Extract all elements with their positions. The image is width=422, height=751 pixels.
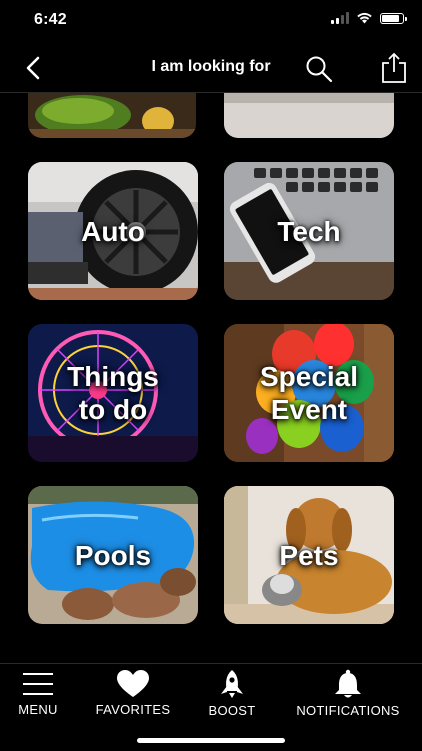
category-label-tech: Tech (277, 215, 341, 247)
tab-label-menu: MENU (18, 702, 58, 717)
tab-favorites[interactable]: FAVORITES (82, 664, 184, 724)
category-label-auto: Auto (81, 215, 145, 247)
category-tile-pools[interactable]: Pools (28, 486, 198, 624)
category-grid: Auto Tech Things to do Special Event Poo… (0, 93, 422, 663)
tab-bar: MENU FAVORITES BOOST NOTIFICATIONS (0, 663, 422, 751)
share-icon[interactable] (380, 52, 408, 84)
category-tile-partial-right[interactable] (224, 93, 394, 138)
navigation-bar: I am looking for (0, 44, 422, 93)
category-tile-pets[interactable]: Pets (224, 486, 394, 624)
category-label-pools: Pools (74, 539, 152, 571)
status-bar: 6:42 (0, 0, 422, 44)
rocket-icon (221, 670, 243, 698)
wifi-icon (357, 12, 372, 24)
menu-icon (23, 673, 53, 695)
tab-label-notifications: NOTIFICATIONS (296, 703, 400, 718)
category-tile-partial-left[interactable] (28, 93, 196, 138)
status-time: 6:42 (34, 11, 67, 28)
battery-icon (380, 12, 407, 24)
tab-label-boost: BOOST (208, 703, 256, 718)
cellular-signal-icon (331, 12, 349, 24)
category-label-things-to-do: Things to do (67, 361, 159, 425)
category-tile-auto[interactable]: Auto (28, 162, 198, 300)
tab-menu[interactable]: MENU (0, 664, 76, 724)
tab-boost[interactable]: BOOST (196, 664, 268, 724)
category-label-special-event: Special Event (259, 361, 359, 425)
page-title: I am looking for (151, 58, 271, 75)
tab-label-favorites: FAVORITES (95, 702, 171, 717)
category-label-pets: Pets (279, 539, 339, 571)
tab-notifications[interactable]: NOTIFICATIONS (284, 664, 412, 724)
category-tile-tech[interactable]: Tech (224, 162, 394, 300)
bell-icon (335, 669, 361, 698)
search-icon[interactable] (304, 54, 334, 84)
heart-icon (117, 670, 149, 697)
category-tile-things-to-do[interactable]: Things to do (28, 324, 198, 462)
status-icons (331, 12, 407, 24)
category-tile-special-event[interactable]: Special Event (224, 324, 394, 462)
home-indicator (137, 738, 285, 743)
